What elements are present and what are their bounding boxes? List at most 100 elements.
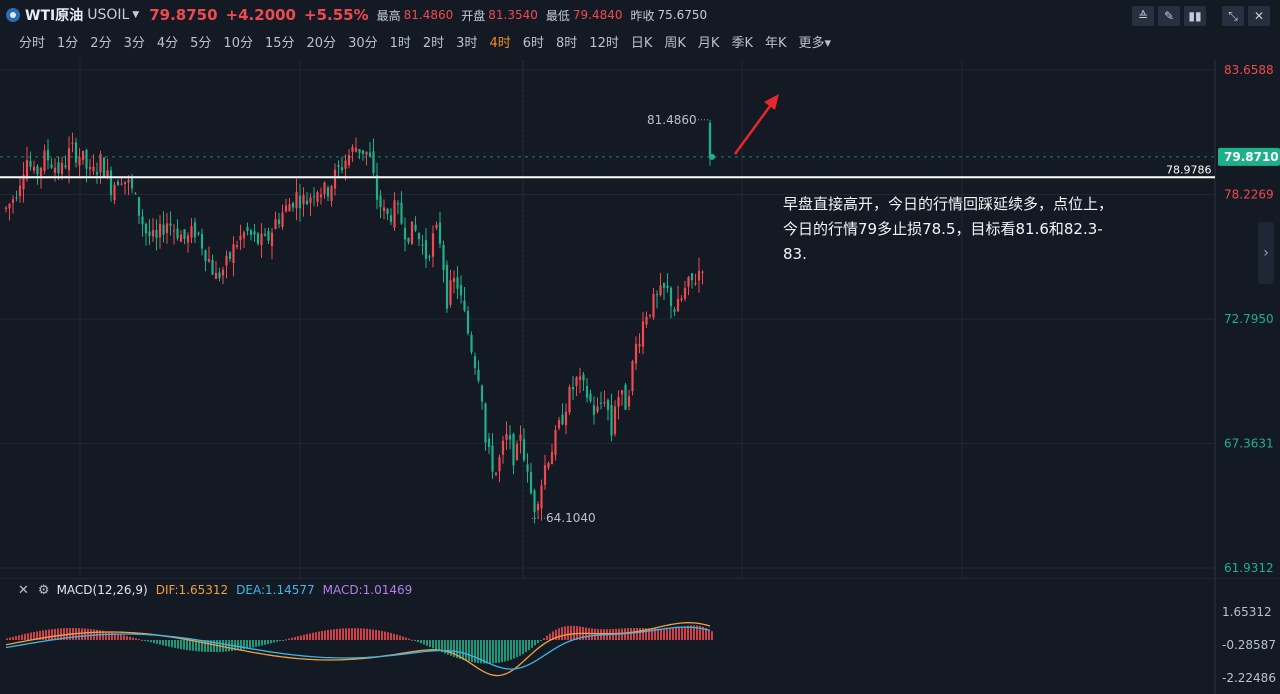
- macd-bar: [366, 628, 368, 640]
- macd-bar: [378, 630, 380, 640]
- candle: [634, 343, 638, 364]
- macd-bar: [489, 640, 491, 664]
- macd-bar: [351, 628, 353, 640]
- macd-bar: [138, 639, 140, 641]
- candle: [676, 299, 680, 312]
- macd-chart[interactable]: 1.65312 -0.28587 -2.22486: [0, 578, 1280, 694]
- macd-bar: [51, 629, 53, 640]
- macd-bar: [81, 628, 83, 640]
- macd-bar: [57, 628, 59, 640]
- macd-bar: [360, 628, 362, 640]
- period-tab[interactable]: 3分: [124, 32, 145, 52]
- macd-bar: [708, 629, 710, 640]
- macd-bar: [192, 640, 194, 651]
- macd-bar: [270, 640, 272, 644]
- macd-bar: [543, 638, 545, 640]
- candle: [4, 207, 8, 209]
- candle: [249, 230, 253, 235]
- period-tab[interactable]: 6时: [523, 32, 544, 52]
- period-tab[interactable]: 2时: [423, 32, 444, 52]
- candle: [277, 219, 281, 224]
- period-tab[interactable]: 季K: [731, 32, 753, 52]
- candle: [589, 393, 592, 402]
- period-tab[interactable]: 分时: [19, 32, 45, 52]
- period-tab[interactable]: 日K: [631, 32, 653, 52]
- fullscreen-icon[interactable]: ⤡: [1222, 6, 1244, 26]
- candle: [526, 464, 529, 472]
- macd-bar: [372, 629, 374, 640]
- candle: [179, 234, 183, 242]
- candle: [431, 233, 435, 257]
- macd-bar: [48, 629, 50, 640]
- period-tab[interactable]: 更多▾: [799, 32, 832, 52]
- period-tab[interactable]: 3时: [456, 32, 477, 52]
- candle: [501, 440, 505, 455]
- chevron-down-icon[interactable]: ▼: [132, 10, 139, 20]
- macd-bar: [429, 640, 431, 648]
- macd-bar: [327, 630, 329, 640]
- indicator-icon[interactable]: ≙: [1132, 6, 1154, 26]
- candlestick-chart[interactable]: 83.6588 78.2269 72.7950 67.3631 61.9312 81.48…: [0, 60, 1280, 578]
- macd-bar: [78, 628, 80, 640]
- candle: [473, 356, 477, 368]
- support-line-label: 78.9786: [1166, 163, 1212, 176]
- macd-bar: [156, 640, 158, 644]
- instrument-name[interactable]: WTI原油: [25, 5, 83, 25]
- candle: [470, 334, 473, 353]
- period-tab[interactable]: 10分: [223, 32, 253, 52]
- period-tab[interactable]: 12时: [589, 32, 619, 52]
- candle: [221, 269, 225, 276]
- candle: [358, 149, 361, 154]
- candle-type-icon[interactable]: ▮▮: [1184, 6, 1206, 26]
- candle: [624, 384, 627, 410]
- period-tab[interactable]: 1分: [57, 32, 78, 52]
- chevron-right-icon[interactable]: ›: [1258, 222, 1274, 284]
- period-tab[interactable]: 年K: [765, 32, 787, 52]
- macd-bar: [501, 640, 503, 663]
- close-icon[interactable]: ✕: [1248, 6, 1270, 26]
- instrument-code[interactable]: USOIL: [87, 7, 129, 23]
- candle: [64, 165, 67, 168]
- period-tab[interactable]: 15分: [265, 32, 295, 52]
- period-tab[interactable]: 20分: [307, 32, 337, 52]
- macd-bar: [375, 629, 377, 640]
- candle: [533, 490, 536, 513]
- macd-y-tick-label: -0.28587: [1222, 638, 1276, 652]
- candle: [239, 235, 242, 241]
- period-tab[interactable]: 2分: [90, 32, 111, 52]
- macd-bar: [333, 629, 335, 640]
- candle: [631, 361, 634, 392]
- macd-bar: [399, 635, 401, 640]
- macd-bar: [663, 628, 665, 640]
- period-tab[interactable]: 4分: [157, 32, 178, 52]
- macd-bar: [678, 627, 680, 640]
- candle: [274, 219, 277, 229]
- period-tab[interactable]: 月K: [698, 32, 720, 52]
- candle: [109, 170, 113, 196]
- period-tab[interactable]: 8时: [556, 32, 577, 52]
- candle: [522, 439, 526, 461]
- macd-bar: [168, 640, 170, 647]
- candle: [340, 167, 344, 170]
- candle: [137, 197, 141, 216]
- macd-bar: [420, 640, 422, 644]
- price-change: +4.2000: [225, 6, 296, 24]
- period-tab[interactable]: 5分: [190, 32, 211, 52]
- macd-bar: [180, 640, 182, 650]
- draw-tool-icon[interactable]: ✎: [1158, 6, 1180, 26]
- low-annotation: 64.1040: [546, 511, 596, 525]
- candle: [151, 230, 155, 237]
- macd-bar: [135, 638, 137, 640]
- high-annotation: 81.4860: [647, 113, 697, 127]
- macd-bar: [672, 628, 674, 640]
- period-tab[interactable]: 周K: [664, 32, 686, 52]
- macd-bar: [54, 628, 56, 640]
- candle: [582, 374, 585, 381]
- period-tab[interactable]: 1时: [390, 32, 411, 52]
- macd-bar: [525, 640, 527, 653]
- candle: [599, 402, 603, 404]
- macd-bar: [261, 640, 263, 646]
- macd-bar: [519, 640, 521, 656]
- period-tab[interactable]: 4时: [489, 32, 510, 52]
- period-tab[interactable]: 30分: [348, 32, 378, 52]
